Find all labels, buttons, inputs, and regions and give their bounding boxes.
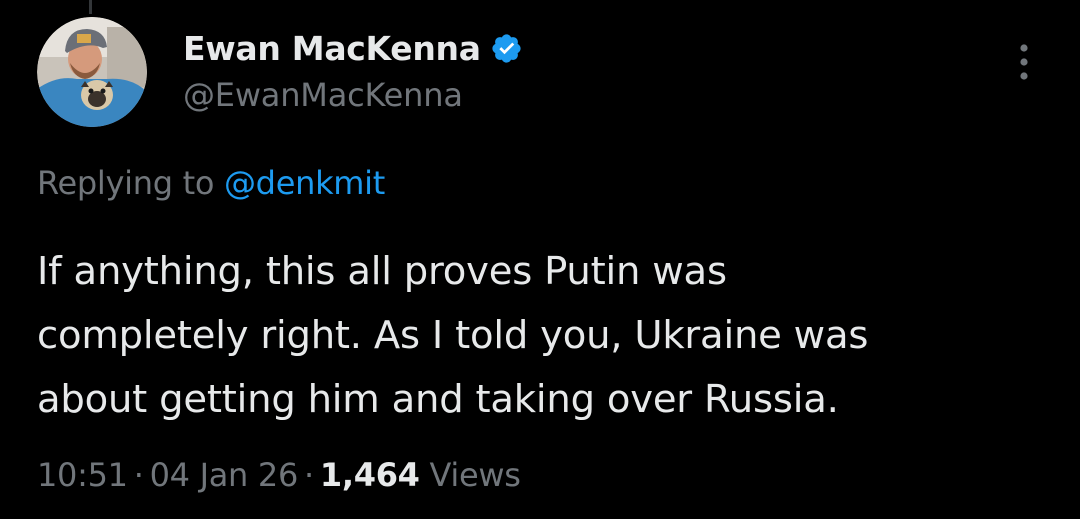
reply-target-handle[interactable]: @denkmit xyxy=(224,164,385,202)
display-name[interactable]: Ewan MacKenna xyxy=(183,29,481,68)
tweet-text-line: about getting him and taking over Russia… xyxy=(37,377,839,422)
thread-connector-line xyxy=(89,0,92,14)
tweet-time[interactable]: 10:51 xyxy=(37,456,128,494)
meta-separator: · xyxy=(133,456,144,494)
tweet-date[interactable]: 04 Jan 26 xyxy=(150,456,299,494)
author-handle[interactable]: @EwanMacKenna xyxy=(183,76,463,114)
verified-badge-icon[interactable] xyxy=(490,32,523,65)
avatar[interactable] xyxy=(37,17,147,127)
replying-to-line: Replying to @denkmit xyxy=(37,164,385,202)
replying-to-label: Replying to xyxy=(37,164,215,202)
views-count[interactable]: 1,464 xyxy=(320,456,420,494)
more-options-button[interactable] xyxy=(1004,40,1044,84)
more-options-icon xyxy=(1020,44,1028,80)
tweet-meta: 10:51 · 04 Jan 26 · 1,464 Views xyxy=(37,456,521,494)
tweet-text-line: If anything, this all proves Putin was xyxy=(37,249,727,294)
avatar-image xyxy=(37,17,147,127)
tweet-text: If anything, this all proves Putin was c… xyxy=(37,240,1057,432)
views-label: Views xyxy=(429,456,521,494)
author-name-row: Ewan MacKenna xyxy=(183,26,523,70)
meta-separator: · xyxy=(304,456,314,494)
tweet-text-line: completely right. As I told you, Ukraine… xyxy=(37,313,869,358)
